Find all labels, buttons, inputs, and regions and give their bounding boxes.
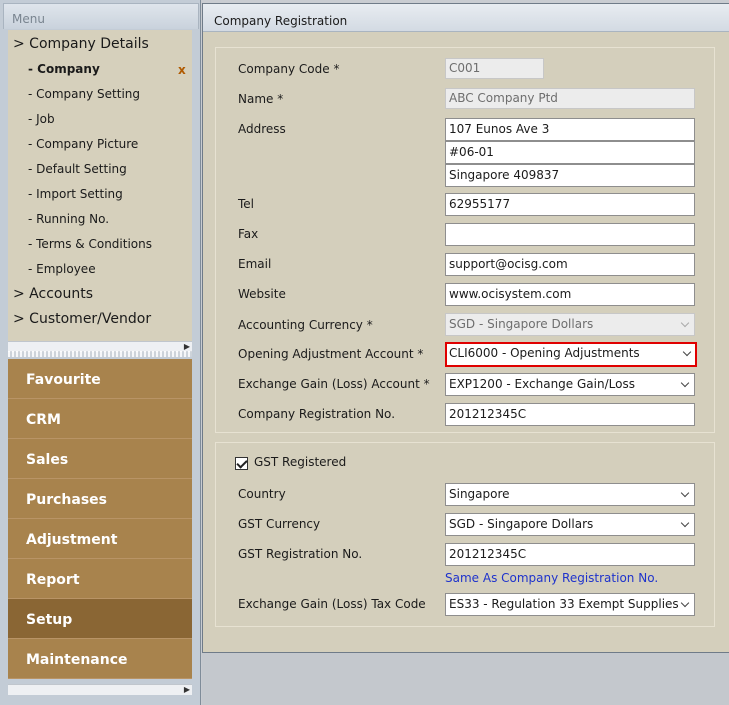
- tree-item-import-setting[interactable]: - Import Setting: [28, 182, 212, 207]
- email-field[interactable]: support@ocisg.com: [445, 253, 695, 276]
- address-line2-field[interactable]: #06-01: [445, 141, 695, 164]
- tree-item-terms-conditions[interactable]: - Terms & Conditions: [28, 232, 212, 257]
- email-label: Email: [238, 257, 272, 271]
- fax-label: Fax: [238, 227, 259, 241]
- accounting-currency-label: Accounting Currency *: [238, 318, 373, 332]
- address-line3-field[interactable]: Singapore 409837: [445, 164, 695, 187]
- name-label: Name *: [238, 92, 284, 106]
- address-line1-field[interactable]: 107 Eunos Ave 3: [445, 118, 695, 141]
- menu-splitter[interactable]: [8, 351, 192, 357]
- fax-field[interactable]: [445, 223, 695, 246]
- module-favourite[interactable]: Favourite: [8, 359, 192, 399]
- tax-code-label: Exchange Gain (Loss) Tax Code: [238, 597, 426, 611]
- tel-label: Tel: [238, 197, 255, 211]
- gst-currency-label: GST Currency: [238, 517, 321, 531]
- gst-reg-field[interactable]: 201212345C: [445, 543, 695, 566]
- window-titlebar: Company Registration: [203, 4, 729, 32]
- tree-item-employee[interactable]: - Employee: [28, 257, 212, 282]
- tree-item-company-setting[interactable]: - Company Setting: [28, 82, 212, 107]
- tree-item-running-no[interactable]: - Running No.: [28, 207, 212, 232]
- opening-adjustment-label: Opening Adjustment Account *: [238, 347, 424, 361]
- module-menu: Favourite CRM Sales Purchases Adjustment…: [8, 359, 192, 679]
- exchange-gain-label: Exchange Gain (Loss) Account *: [238, 377, 430, 391]
- left-menu-panel: Menu > Company Details - Company x - Com…: [0, 0, 201, 705]
- tree-item-default-setting[interactable]: - Default Setting: [28, 157, 212, 182]
- module-maintenance[interactable]: Maintenance: [8, 639, 192, 679]
- tree-item-accounts[interactable]: > Accounts: [13, 282, 197, 307]
- country-label: Country: [238, 487, 286, 501]
- tree-item-job[interactable]: - Job: [28, 107, 212, 132]
- exchange-gain-select[interactable]: EXP1200 - Exchange Gain/Loss: [445, 373, 695, 396]
- module-sales[interactable]: Sales: [8, 439, 192, 479]
- company-reg-field[interactable]: 201212345C: [445, 403, 695, 426]
- company-code-label: Company Code *: [238, 62, 340, 76]
- module-purchases[interactable]: Purchases: [8, 479, 192, 519]
- tree-item-company-picture[interactable]: - Company Picture: [28, 132, 212, 157]
- website-label: Website: [238, 287, 286, 301]
- same-as-company-reg-link[interactable]: Same As Company Registration No.: [445, 571, 658, 585]
- website-field[interactable]: www.ocisystem.com: [445, 283, 695, 306]
- tel-field[interactable]: 62955177: [445, 193, 695, 216]
- name-field: ABC Company Ptd: [445, 88, 695, 109]
- module-adjustment[interactable]: Adjustment: [8, 519, 192, 559]
- tree-item-company-details[interactable]: > Company Details: [13, 32, 197, 57]
- scroll-right-icon[interactable]: ▶: [184, 685, 190, 695]
- gst-registered-label: GST Registered: [254, 455, 347, 469]
- window-title: Company Registration: [214, 14, 348, 28]
- workspace-background: [202, 653, 729, 705]
- module-scrollbar[interactable]: ▶: [8, 684, 192, 695]
- opening-adjustment-select[interactable]: CLI6000 - Opening Adjustments: [445, 342, 697, 367]
- gst-currency-select[interactable]: SGD - Singapore Dollars: [445, 513, 695, 536]
- tree-item-customer-vendor[interactable]: > Customer/Vendor: [13, 307, 197, 332]
- module-report[interactable]: Report: [8, 559, 192, 599]
- country-select[interactable]: Singapore: [445, 483, 695, 506]
- module-setup[interactable]: Setup: [8, 599, 192, 639]
- menu-title: Menu: [12, 12, 45, 26]
- company-registration-window: Company Registration Company Code * C001…: [202, 3, 729, 653]
- address-label: Address: [238, 122, 286, 136]
- menu-header: Menu: [3, 3, 199, 29]
- close-icon[interactable]: x: [178, 63, 186, 77]
- accounting-currency-select: SGD - Singapore Dollars: [445, 313, 695, 336]
- company-code-field: C001: [445, 58, 544, 79]
- menu-tree: > Company Details - Company x - Company …: [8, 30, 192, 342]
- module-crm[interactable]: CRM: [8, 399, 192, 439]
- tax-code-select[interactable]: ES33 - Regulation 33 Exempt Supplies: [445, 593, 695, 616]
- gst-registered-checkbox[interactable]: [235, 457, 248, 470]
- gst-reg-label: GST Registration No.: [238, 547, 363, 561]
- company-reg-label: Company Registration No.: [238, 407, 396, 421]
